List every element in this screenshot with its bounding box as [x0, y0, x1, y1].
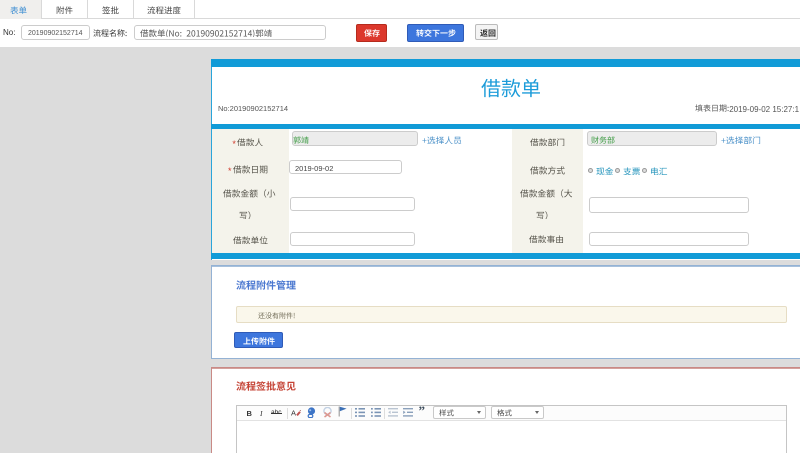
svg-text:A: A — [291, 409, 296, 418]
